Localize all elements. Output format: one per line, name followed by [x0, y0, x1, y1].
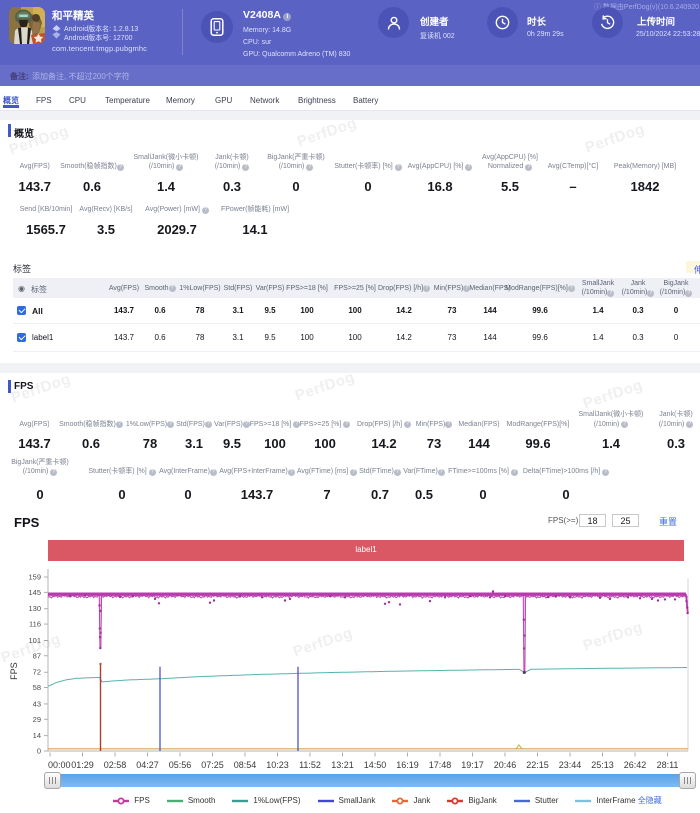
svg-text:01:29: 01:29	[71, 760, 94, 768]
svg-text:72: 72	[33, 668, 41, 677]
svg-text:07:25: 07:25	[201, 760, 224, 768]
svg-text:26:42: 26:42	[624, 760, 647, 768]
svg-text:02:58: 02:58	[104, 760, 127, 768]
svg-text:29: 29	[33, 715, 41, 724]
svg-text:10:23: 10:23	[266, 760, 289, 768]
svg-text:FPS: FPS	[9, 662, 19, 680]
svg-text:05:56: 05:56	[169, 760, 192, 768]
svg-text:116: 116	[29, 620, 41, 629]
svg-text:25:13: 25:13	[591, 760, 614, 768]
svg-text:17:48: 17:48	[429, 760, 452, 768]
svg-text:43: 43	[33, 699, 41, 708]
svg-text:11:52: 11:52	[299, 760, 321, 768]
svg-text:00:00: 00:00	[48, 760, 71, 768]
svg-text:87: 87	[33, 651, 41, 660]
svg-text:28:11: 28:11	[657, 760, 679, 768]
svg-text:20:46: 20:46	[494, 760, 517, 768]
svg-text:19:17: 19:17	[461, 760, 484, 768]
svg-text:101: 101	[28, 636, 41, 645]
svg-text:08:54: 08:54	[234, 760, 257, 768]
svg-text:13:21: 13:21	[331, 760, 354, 768]
svg-text:14:50: 14:50	[364, 760, 387, 768]
svg-text:0: 0	[37, 747, 41, 756]
svg-text:04:27: 04:27	[136, 760, 159, 768]
svg-text:23:44: 23:44	[559, 760, 582, 768]
svg-text:58: 58	[33, 683, 41, 692]
svg-text:145: 145	[28, 588, 41, 597]
svg-text:22:15: 22:15	[526, 760, 549, 768]
svg-text:159: 159	[28, 573, 41, 582]
svg-text:130: 130	[28, 604, 41, 613]
svg-text:16:19: 16:19	[396, 760, 419, 768]
svg-text:14: 14	[33, 731, 41, 740]
